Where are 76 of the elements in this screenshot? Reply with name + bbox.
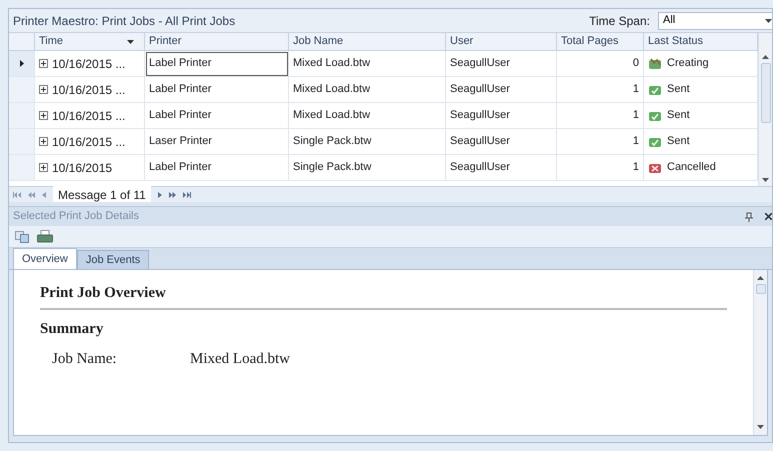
pages-cell: 0 — [557, 51, 644, 77]
scroll-up-icon[interactable] — [762, 55, 769, 59]
copy-icon[interactable] — [15, 230, 29, 242]
user-cell: SeagullUser — [446, 77, 557, 103]
tab[interactable]: Job Events — [76, 250, 150, 269]
printer-cell[interactable]: Label Printer — [145, 103, 289, 129]
column-header[interactable]: User — [446, 33, 557, 50]
time-cell-text: 10/16/2015 ... — [52, 108, 126, 124]
expand-icon[interactable] — [39, 85, 48, 94]
status-cell-text: Cancelled — [667, 160, 716, 176]
job-name-cell: Single Pack.btw — [289, 129, 446, 155]
status-icon — [648, 57, 662, 70]
tab[interactable]: Overview — [13, 248, 77, 269]
status-icon — [648, 109, 662, 122]
previous-page-icon[interactable] — [28, 192, 35, 198]
window-title: Printer Maestro: Print Jobs - All Print Jobs — [13, 12, 236, 30]
time-cell-text: 10/16/2015 ... — [52, 82, 126, 98]
column-header[interactable]: Time — [35, 33, 145, 50]
panel-title: Selected Print Job Details — [13, 209, 139, 224]
pin-icon[interactable] — [745, 212, 753, 222]
pages-cell: 1 — [557, 129, 644, 155]
next-icon[interactable] — [158, 192, 162, 198]
scroll-thumb[interactable] — [760, 63, 770, 123]
scrollbar[interactable] — [758, 33, 772, 186]
printer-icon[interactable] — [37, 230, 53, 243]
column-header[interactable]: Job Name — [289, 33, 446, 50]
row-header[interactable] — [9, 51, 35, 77]
user-cell: SeagullUser — [446, 51, 557, 77]
printer-cell[interactable]: Label Printer — [145, 51, 289, 77]
column-header[interactable]: Total Pages — [557, 33, 644, 50]
status-icon — [648, 83, 662, 96]
time-span-label: Time Span: — [589, 12, 650, 30]
user-cell: SeagullUser — [446, 155, 557, 181]
expand-icon[interactable] — [39, 163, 48, 172]
row-indicator-icon — [20, 60, 24, 67]
status-icon — [648, 161, 662, 174]
user-cell: SeagullUser — [446, 103, 557, 129]
time-cell-text: 10/16/2015 ... — [52, 56, 126, 72]
previous-icon[interactable] — [42, 192, 46, 198]
last-page-icon[interactable] — [182, 192, 191, 198]
job-name-cell: Mixed Load.btw — [289, 51, 446, 77]
time-cell-text: 10/16/2015 — [52, 160, 112, 176]
pages-cell: 1 — [557, 103, 644, 129]
column-header[interactable]: Printer — [145, 33, 289, 50]
close-icon[interactable] — [765, 213, 772, 220]
scroll-down-icon[interactable] — [757, 425, 764, 429]
user-cell: SeagullUser — [446, 129, 557, 155]
pages-cell: 1 — [557, 77, 644, 103]
status-cell-text: Sent — [667, 82, 690, 98]
job-name-cell: Mixed Load.btw — [289, 77, 446, 103]
first-page-icon[interactable] — [13, 192, 21, 198]
report-heading: Print Job Overview — [40, 282, 727, 310]
expand-icon[interactable] — [39, 59, 48, 68]
status-cell-text: Creating — [667, 56, 709, 72]
scroll-thumb[interactable] — [756, 284, 766, 294]
printer-cell[interactable]: Laser Printer — [145, 129, 289, 155]
printer-cell[interactable]: Label Printer — [145, 77, 289, 103]
printer-cell[interactable]: Label Printer — [145, 155, 289, 181]
expand-icon[interactable] — [39, 137, 48, 146]
scroll-up-icon[interactable] — [757, 276, 764, 280]
status-cell-text: Sent — [667, 108, 690, 124]
field-label: Job Name: — [52, 350, 118, 369]
pages-cell: 1 — [557, 155, 644, 181]
status-cell-text: Sent — [667, 134, 690, 150]
next-page-icon[interactable] — [168, 192, 176, 198]
job-name-cell: Single Pack.btw — [289, 155, 446, 181]
expand-icon[interactable] — [39, 111, 48, 120]
scrollbar[interactable] — [753, 270, 767, 435]
time-span-dropdown[interactable]: All — [658, 12, 772, 30]
job-name-cell: Mixed Load.btw — [289, 103, 446, 129]
report-section-heading: Summary — [40, 320, 104, 338]
scroll-down-icon[interactable] — [762, 178, 769, 182]
time-cell-text: 10/16/2015 ... — [52, 134, 126, 150]
field-value: Mixed Load.btw — [190, 350, 290, 369]
status-icon — [648, 135, 662, 148]
dropdown-arrow-icon — [765, 18, 772, 22]
